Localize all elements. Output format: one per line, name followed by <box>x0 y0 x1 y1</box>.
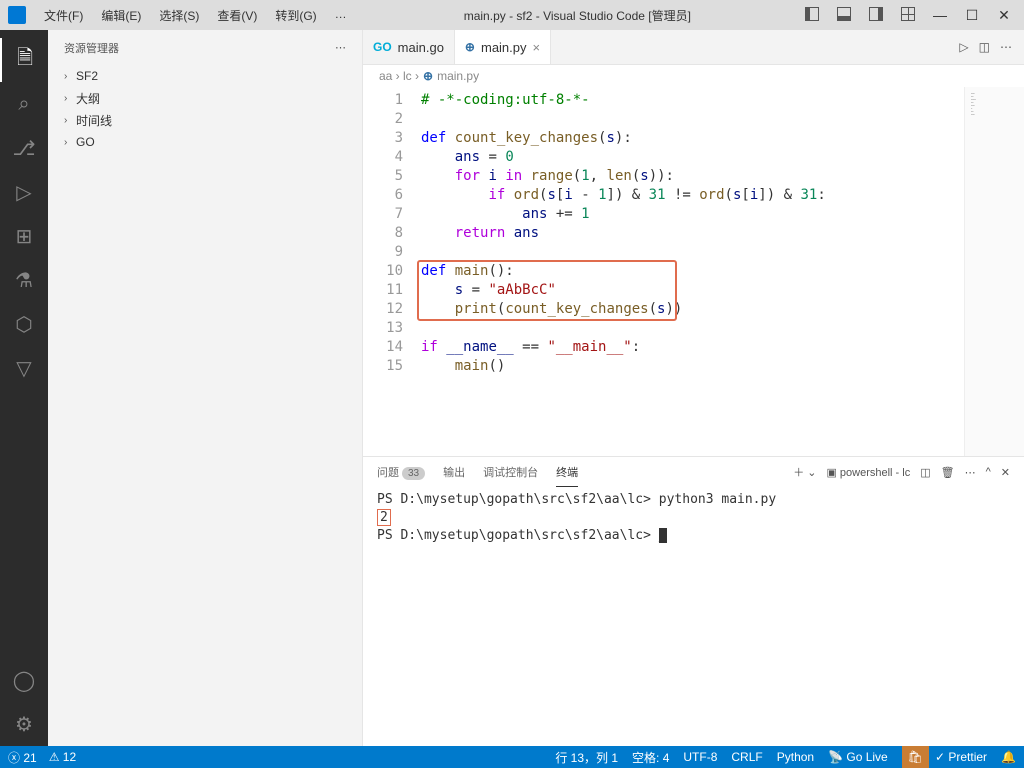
layout-grid-icon[interactable] <box>896 7 920 24</box>
status-spaces[interactable]: 空格: 4 <box>632 749 669 766</box>
terminal-split-icon[interactable]: ◫ <box>920 466 930 479</box>
menu-item[interactable]: 转到(G) <box>267 4 324 27</box>
status-warnings[interactable]: ⚠ 12 <box>49 750 76 764</box>
split-editor-icon[interactable]: ◫ <box>979 40 990 54</box>
extensions-icon[interactable]: ⊞ <box>0 214 48 258</box>
status-eol[interactable]: CRLF <box>731 750 762 764</box>
tree-item[interactable]: ›GO <box>48 131 362 153</box>
testing-icon[interactable]: ⚗ <box>0 258 48 302</box>
source-control-icon[interactable]: ⎇ <box>0 126 48 170</box>
titlebar: 文件(F)编辑(E)选择(S)查看(V)转到(G)… main.py - sf2… <box>0 0 1024 30</box>
highlight-box <box>417 260 677 321</box>
editor-tab[interactable]: GOmain.go <box>363 30 455 64</box>
minimap[interactable]: ▬▬▬▬▬▬▬▬▬▬▬▬▬▬▬▬▬▬▬▬ <box>964 87 1024 456</box>
terminal-maximize-icon[interactable]: ^ <box>986 466 991 478</box>
editor-tab[interactable]: ⊕main.py× <box>455 30 551 64</box>
window-title: main.py - sf2 - Visual Studio Code [管理员] <box>355 7 800 24</box>
tab-close-icon[interactable]: × <box>533 40 541 55</box>
explorer-tree: ›SF2›大纲›时间线›GO <box>48 65 362 153</box>
account-icon[interactable]: ◯ <box>0 658 48 702</box>
sidebar: 资源管理器 ⋯ ›SF2›大纲›时间线›GO <box>48 30 363 746</box>
tab-problems[interactable]: 问题33 <box>377 458 425 486</box>
terminal-close-icon[interactable]: ✕ <box>1001 466 1010 479</box>
menu-item[interactable]: 选择(S) <box>151 4 207 27</box>
code-editor[interactable]: 123456789101112131415 # -*-coding:utf-8-… <box>363 87 1024 456</box>
panel-bottom-icon[interactable] <box>832 7 856 24</box>
status-errors[interactable]: ⓧ 21 <box>8 749 37 766</box>
hex-icon[interactable]: ⬡ <box>0 302 48 346</box>
terminal-more-icon[interactable]: ⋯ <box>965 466 976 479</box>
breadcrumb[interactable]: aa › lc › ⊕ main.py <box>363 65 1024 87</box>
panel-left-icon[interactable] <box>800 7 824 24</box>
status-language[interactable]: Python <box>777 750 814 764</box>
terminal-content[interactable]: PS D:\mysetup\gopath\src\sf2\aa\lc> pyth… <box>363 487 1024 746</box>
status-bar: ⓧ 21 ⚠ 12 行 13，列 1 空格: 4 UTF-8 CRLF Pyth… <box>0 746 1024 768</box>
vscode-logo-icon <box>8 6 26 24</box>
menu-item[interactable]: 编辑(E) <box>93 4 149 27</box>
tree-item[interactable]: ›SF2 <box>48 65 362 87</box>
status-orange-icon[interactable]: 🛍 <box>902 746 929 768</box>
tab-output[interactable]: 输出 <box>443 458 465 486</box>
tab-terminal[interactable]: 终端 <box>556 458 578 487</box>
status-encoding[interactable]: UTF-8 <box>683 750 717 764</box>
menu-item[interactable]: … <box>327 4 355 27</box>
activity-bar: 🗎 ⌕ ⎇ ▷ ⊞ ⚗ ⬡ ▽ ◯ ⚙ <box>0 30 48 746</box>
status-bell-icon[interactable]: 🔔 <box>1001 750 1016 764</box>
menu-item[interactable]: 查看(V) <box>209 4 265 27</box>
settings-gear-icon[interactable]: ⚙ <box>0 702 48 746</box>
terminal-trash-icon[interactable]: 🗑 <box>941 466 955 479</box>
explorer-icon[interactable]: 🗎 <box>0 38 48 82</box>
run-file-icon[interactable]: ▷ <box>959 40 968 54</box>
tree-item[interactable]: ›大纲 <box>48 87 362 109</box>
run-debug-icon[interactable]: ▷ <box>0 170 48 214</box>
tree-item[interactable]: ›时间线 <box>48 109 362 131</box>
status-prettier[interactable]: ✓ Prettier <box>935 750 987 764</box>
tab-debug-console[interactable]: 调试控制台 <box>483 458 538 486</box>
tab-more-icon[interactable]: ⋯ <box>1000 40 1012 54</box>
close-icon[interactable]: ✕ <box>992 7 1016 24</box>
sidebar-title: 资源管理器 <box>64 40 119 56</box>
panel-right-icon[interactable] <box>864 7 888 24</box>
sidebar-more-icon[interactable]: ⋯ <box>335 41 346 54</box>
editor-tabs: GOmain.go⊕main.py× ▷ ◫ ⋯ <box>363 30 1024 65</box>
maximize-icon[interactable]: ☐ <box>960 7 984 24</box>
minimize-icon[interactable]: — <box>928 7 952 23</box>
filter-icon[interactable]: ▽ <box>0 346 48 390</box>
menu-bar: 文件(F)编辑(E)选择(S)查看(V)转到(G)… <box>36 4 355 27</box>
status-cursor[interactable]: 行 13，列 1 <box>555 749 618 766</box>
layout-controls: — ☐ ✕ <box>800 7 1016 24</box>
status-golive[interactable]: 📡 Go Live <box>828 750 888 764</box>
bottom-panel: 问题33 输出 调试控制台 终端 ＋ ⌄ ▣ powershell - lc ◫… <box>363 456 1024 746</box>
search-icon[interactable]: ⌕ <box>0 82 48 126</box>
menu-item[interactable]: 文件(F) <box>36 4 91 27</box>
line-numbers: 123456789101112131415 <box>363 87 417 456</box>
terminal-new-icon[interactable]: ＋ ⌄ <box>793 464 816 480</box>
terminal-profile[interactable]: ▣ powershell - lc <box>826 466 910 479</box>
